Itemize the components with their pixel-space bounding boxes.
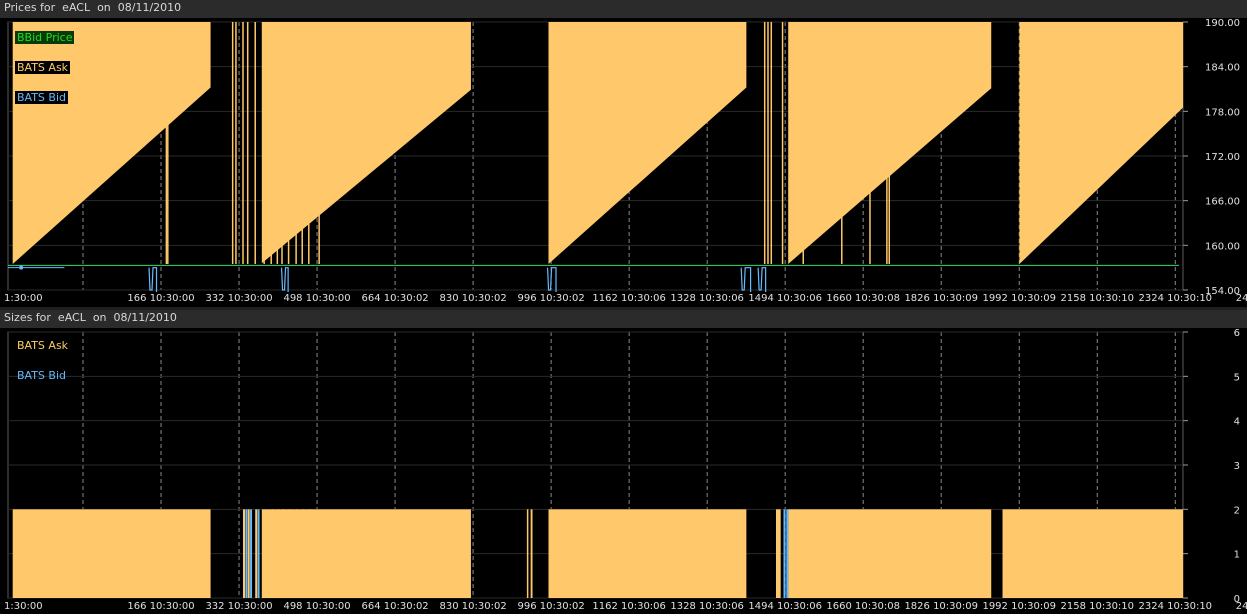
y-tick-label: 184.00 [1205,63,1240,74]
ask-size-bar [788,509,992,598]
sizes-panel-title: Sizes for eACL on 08/11/2010 [4,311,177,324]
x-tick-label: 1660 10:30:08 [826,601,900,612]
sizes-panel: 0 1 2 3 4 5 6 1:30:00 166 10:30:00 332 10:30:00 49… [0,310,1247,614]
ask-size-bar [526,509,529,598]
x-tick-label: 1162 10:30:06 [592,293,666,304]
x-tick-label: 664 10:30:02 [361,601,428,612]
ask-size-spike [247,509,250,598]
ask-size-spike [288,509,291,598]
ask-size-spike [255,509,258,598]
y-tick-label: 166.00 [1205,197,1240,208]
x-tick-label: 166 10:30:00 [127,293,194,304]
x-tick-label: 1660 10:30:08 [826,293,900,304]
y-tick-label: 3 [1234,461,1240,472]
bid-size-spike [250,509,253,598]
ask-size-bar [261,509,471,598]
prices-panel-title: Prices for eACL on 08/11/2010 [4,1,182,14]
legend-item: BATS Bid [15,91,69,104]
x-tick-label: 2158 10:30:10 [1060,601,1134,612]
prices-panel: 154.00 160.00 166.00 172.00 178.00 184.00 190.… [0,0,1247,307]
x-tick-label: 830 10:30:02 [440,293,507,304]
y-tick-label: 190.00 [1205,18,1240,29]
ask-size-spike [308,509,311,598]
legend-item: BATS Ask [15,61,71,74]
x-tick-label: 498 10:30:00 [283,601,350,612]
x-tick-label: 996 10:30:02 [518,293,585,304]
prices-chart: 154.00160.00166.00172.00178.00184.00190.… [0,0,1247,304]
y-tick-label: 4 [1234,417,1240,428]
ask-size-spike [243,509,245,598]
x-tick-label: 1328 10:30:06 [670,601,744,612]
x-tick-label: 332 10:30:00 [205,601,272,612]
y-tick-label: 6 [1234,328,1240,339]
x-tick-label: 1992 10:30:09 [982,601,1056,612]
x-tick-label: 1826 10:30:09 [904,293,978,304]
x-tick-label: 1:30:00 [4,293,43,304]
y-tick-label: 1 [1234,550,1240,561]
x-tick-label: 332 10:30:00 [205,293,272,304]
x-tick-label: 1494 10:30:06 [748,601,822,612]
ask-size-spike [302,509,305,598]
x-tick-label: 2158 10:30:10 [1060,293,1134,304]
ask-size-bar [775,509,781,598]
x-tick-label: 1162 10:30:06 [592,601,666,612]
x-tick-label: 498 10:30:00 [283,293,350,304]
prices-header-bar [0,0,1247,18]
x-tick-label: 830 10:30:02 [440,601,507,612]
x-tick-label: 2490 1 [1236,601,1247,612]
legend-item: BATS Bid [17,369,67,382]
ask-size-spike [282,509,285,598]
x-tick-label: 1826 10:30:09 [904,601,978,612]
x-tick-label: 1328 10:30:06 [670,293,744,304]
bats-bid-point [19,265,24,270]
x-tick-label: 1:30:00 [4,601,43,612]
x-tick-label: 2490 1 [1236,293,1247,304]
legend-item: BATS Ask [17,339,69,352]
ask-size-bar [1002,509,1183,598]
sizes-header-bar [0,310,1247,328]
bid-size-spike [786,509,789,598]
ask-size-bar [530,509,533,598]
ask-size-bar [548,509,747,598]
legend-item: BBid Price [15,31,75,44]
x-tick-label: 2324 10:30:10 [1139,293,1213,304]
ask-size-spike [271,509,274,598]
bid-size-spike [257,509,260,598]
x-tick-label: 996 10:30:02 [518,601,585,612]
x-tick-label: 1494 10:30:06 [748,293,822,304]
x-tick-label: 166 10:30:00 [127,601,194,612]
y-tick-label: 5 [1234,372,1240,383]
x-tick-label: 1992 10:30:09 [982,293,1056,304]
bid-size-spike [245,509,248,598]
sizes-chart: 01234561:30:00 166 10:30:00 332 10:30:00 49… [0,310,1247,612]
y-tick-label: 160.00 [1205,241,1240,252]
x-tick-label: 664 10:30:02 [361,293,428,304]
ask-size-spike [277,509,280,598]
ask-size-bar [12,509,211,598]
y-tick-label: 172.00 [1205,152,1240,163]
y-tick-label: 178.00 [1205,107,1240,118]
bid-size-spike [783,509,786,598]
ask-size-spike [296,509,299,598]
y-tick-label: 2 [1234,505,1240,516]
x-tick-label: 2324 10:30:10 [1139,601,1213,612]
